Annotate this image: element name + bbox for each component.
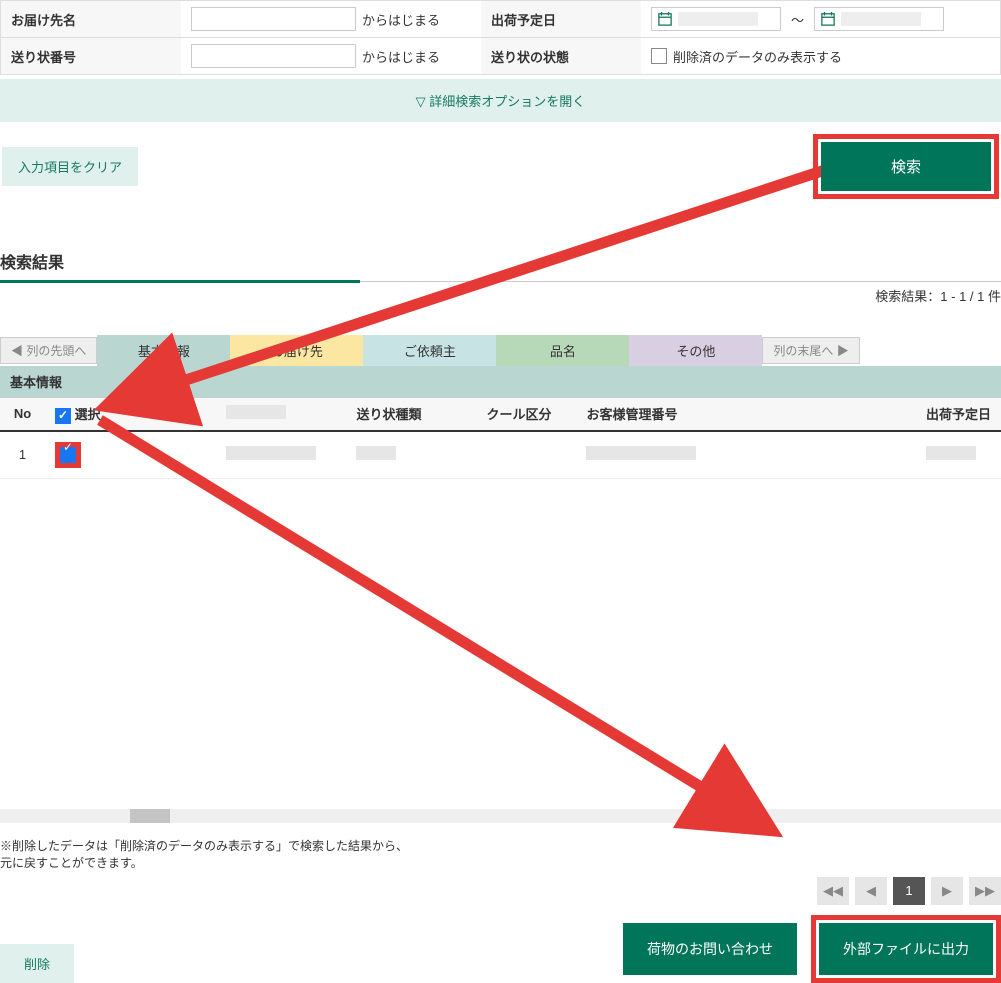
calendar-icon [821,12,835,26]
suffix-tracking: からはじまる [362,47,440,66]
advanced-toggle-label: 詳細検索オプションを開く [429,94,585,109]
double-chevron-left-icon: ◀◀ [823,883,843,898]
tab-item[interactable]: 品名 [496,335,629,366]
scroll-columns-end[interactable]: 列の末尾へ ▶ [762,337,859,364]
results-table: 基本情報 No 選択 送り状種類 クール区分 お客様管理番号 出荷予定日 1 [0,366,1001,823]
label-ship-date: 出荷予定日 [481,1,641,37]
search-button-highlight: 検索 [813,134,999,199]
calendar-icon [658,12,672,26]
chevron-right-icon: ▶ [837,344,849,358]
pager-page-1[interactable]: 1 [893,877,925,905]
pager-prev[interactable]: ◀ [855,877,887,905]
date-from[interactable] [651,7,781,31]
label-tracking-no: 送り状番号 [1,38,181,74]
tab-basic[interactable]: 基本情報 [97,335,230,366]
pager-last[interactable]: ▶▶ [969,877,1001,905]
col-select: 選択 [45,398,216,431]
advanced-toggle[interactable]: ▽ 詳細検索オプションを開く [0,79,1001,122]
group-header-basic: 基本情報 [0,366,1001,397]
cell-no: 1 [0,431,45,479]
col-no: No [0,398,45,431]
search-form: お届け先名 からはじまる 出荷予定日 ～ 送り状番号 からはじまる [0,0,1001,75]
export-button-highlight: 外部ファイルに出力 [811,915,1001,983]
label-recipient-name: お届け先名 [1,1,181,37]
col-ship-date: 出荷予定日 [916,398,1001,431]
row-checkbox-highlight [55,442,81,468]
range-separator: ～ [791,10,804,29]
input-recipient-name[interactable] [191,7,356,31]
tab-destination[interactable]: お届け先 [230,335,363,366]
tab-other[interactable]: その他 [629,335,762,366]
clear-button[interactable]: 入力項目をクリア [2,147,138,186]
triangle-down-icon: ▽ [416,94,426,110]
table-row[interactable]: 1 [0,431,1001,479]
pagination: ◀◀ ◀ 1 ▶ ▶▶ [817,877,1001,905]
suffix-recipient: からはじまる [362,10,440,29]
label-deleted-only: 削除済のデータのみ表示する [673,47,842,66]
delete-button[interactable]: 削除 [0,944,74,983]
footer-note: ※削除したデータは「削除済のデータのみ表示する」で検索した結果から、 元に戻すこ… [0,837,1001,871]
col-slip-format [216,398,346,431]
results-title: 検索結果 [0,249,1001,282]
date-to[interactable] [814,7,944,31]
col-cool: クール区分 [476,398,576,431]
chevron-right-icon: ▶ [942,883,952,898]
checkbox-deleted-only[interactable] [651,48,667,64]
input-tracking-no[interactable] [191,44,356,68]
pager-next[interactable]: ▶ [931,877,963,905]
select-all-checkbox[interactable] [55,408,71,424]
inquiry-button[interactable]: 荷物のお問い合わせ [623,923,797,975]
results-count: 検索結果：1 - 1 / 1 件 [0,286,1001,305]
row-select-checkbox[interactable] [60,447,76,463]
tab-sender[interactable]: ご依頼主 [363,335,496,366]
horizontal-scrollbar[interactable] [0,809,1001,823]
chevron-left-icon: ◀ [11,344,23,358]
label-slip-status: 送り状の状態 [481,38,641,74]
double-chevron-right-icon: ▶▶ [975,883,995,898]
chevron-left-icon: ◀ [866,883,876,898]
col-slip-type: 送り状種類 [346,398,476,431]
col-customer-no: お客様管理番号 [576,398,916,431]
export-button[interactable]: 外部ファイルに出力 [819,923,993,975]
scroll-columns-start[interactable]: ◀ 列の先頭へ [0,337,97,364]
pager-first[interactable]: ◀◀ [817,877,849,905]
search-button[interactable]: 検索 [821,142,991,191]
